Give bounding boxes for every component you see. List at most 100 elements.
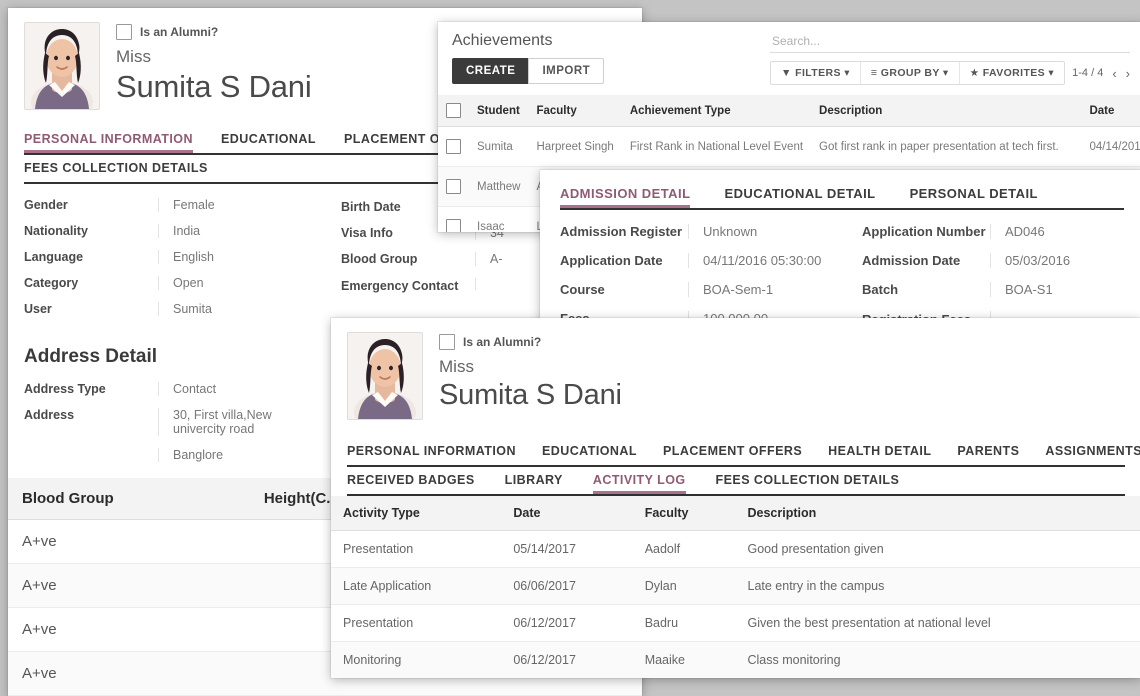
field-row: Application NumberAD046 bbox=[842, 224, 1140, 239]
select-all-checkbox[interactable] bbox=[438, 95, 469, 127]
column-header-date[interactable]: Date bbox=[1081, 95, 1140, 127]
field-label-application-number: Application Number bbox=[842, 224, 990, 239]
address-fields-col: Address TypeContactAddress30, First vill… bbox=[8, 376, 325, 482]
column-header-achievement-type[interactable]: Achievement Type bbox=[622, 95, 811, 127]
field-row: Admission Date05/03/2016 bbox=[842, 253, 1140, 268]
tab-personal-information[interactable]: PERSONAL INFORMATION bbox=[347, 438, 516, 465]
checkbox-icon[interactable] bbox=[446, 139, 461, 154]
subtab-received-badges[interactable]: RECEIVED BADGES bbox=[347, 467, 475, 494]
field-value-application-number[interactable]: AD046 bbox=[990, 224, 1140, 239]
favorites-dropdown[interactable]: ★ FAVORITES ▾ bbox=[960, 62, 1065, 84]
alumni-checkbox[interactable] bbox=[439, 334, 455, 350]
table-row[interactable]: Presentation05/14/2017AadolfGood present… bbox=[331, 531, 1140, 568]
field-row: Banglore bbox=[8, 448, 325, 462]
alumni-checkbox-row[interactable]: Is an Alumni? bbox=[439, 334, 622, 350]
chevron-down-icon: ▾ bbox=[943, 67, 949, 79]
field-value-address[interactable]: 30, First villa,New univercity road bbox=[158, 408, 325, 436]
alumni-checkbox-row[interactable]: Is an Alumni? bbox=[116, 24, 312, 40]
field-row: Address TypeContact bbox=[8, 382, 325, 396]
filter-bar[interactable]: ▼ FILTERS ▾ ≡ GROUP BY ▾ ★ FAVORITES ▾ bbox=[770, 61, 1065, 85]
pager-next-icon[interactable]: › bbox=[1126, 66, 1130, 81]
list-header-right: Search... ▼ FILTERS ▾ ≡ GROUP BY ▾ ★ bbox=[770, 32, 1130, 85]
field-row: Admission RegisterUnknown bbox=[540, 224, 842, 239]
cell-student: Isaac bbox=[469, 207, 528, 233]
tab-personal-information[interactable]: PERSONAL INFORMATION bbox=[24, 126, 193, 153]
cell-achievement-type: First Rank in National Level Event bbox=[622, 127, 811, 167]
column-header-date[interactable]: Date bbox=[501, 496, 632, 531]
cell-faculty: Aadolf bbox=[633, 531, 736, 568]
alumni-checkbox[interactable] bbox=[116, 24, 132, 40]
cell-student: Sumita bbox=[469, 127, 528, 167]
salutation: Miss bbox=[439, 356, 622, 379]
field-row: NationalityIndia bbox=[8, 224, 325, 238]
tab-health-detail[interactable]: HEALTH DETAIL bbox=[828, 438, 931, 465]
field-value-admission-register[interactable]: Unknown bbox=[688, 224, 842, 239]
column-header-faculty[interactable]: Faculty bbox=[633, 496, 736, 531]
subtab-fees-collection-details[interactable]: FEES COLLECTION DETAILS bbox=[24, 155, 208, 182]
row-checkbox[interactable] bbox=[438, 207, 469, 233]
subtab-library[interactable]: LIBRARY bbox=[505, 467, 563, 494]
sub-tabs[interactable]: RECEIVED BADGES LIBRARY ACTIVITY LOG FEES C… bbox=[347, 467, 1125, 496]
field-value-admission-date[interactable]: 05/03/2016 bbox=[990, 253, 1140, 268]
search-input[interactable]: Search... bbox=[770, 32, 1130, 53]
checkbox-icon[interactable] bbox=[446, 179, 461, 194]
field-value-address-type[interactable]: Contact bbox=[158, 382, 325, 396]
field-row: Application Date04/11/2016 05:30:00 bbox=[540, 253, 842, 268]
field-value-gender[interactable]: Female bbox=[158, 198, 325, 212]
field-value-application-date[interactable]: 04/11/2016 05:30:00 bbox=[688, 253, 842, 268]
field-value-blank[interactable]: Banglore bbox=[158, 448, 325, 462]
field-row: CategoryOpen bbox=[8, 276, 325, 290]
field-value-user[interactable]: Sumita bbox=[158, 302, 325, 316]
column-header-description[interactable]: Description bbox=[736, 496, 1140, 531]
tab-placement-offers[interactable]: PLACEMENT OFFERS bbox=[663, 438, 802, 465]
cell-date: 05/14/2017 bbox=[501, 531, 632, 568]
admission-tabs[interactable]: ADMISSION DETAIL EDUCATIONAL DETAIL PERSON… bbox=[560, 180, 1124, 210]
list-action-buttons[interactable]: CREATE IMPORT bbox=[452, 58, 604, 84]
field-value-batch[interactable]: BOA-S1 bbox=[990, 282, 1140, 297]
create-button[interactable]: CREATE bbox=[452, 58, 529, 84]
column-header-faculty[interactable]: Faculty bbox=[528, 95, 621, 127]
tab-personal-detail[interactable]: PERSONAL DETAIL bbox=[910, 180, 1038, 208]
column-header-blood-group[interactable]: Blood Group bbox=[8, 478, 250, 520]
cell-description: Class monitoring bbox=[736, 642, 1140, 679]
list-header: Achievements CREATE IMPORT Search... ▼ F… bbox=[438, 22, 1140, 85]
column-header-description[interactable]: Description bbox=[811, 95, 1081, 127]
checkbox-icon[interactable] bbox=[446, 219, 461, 232]
table-row[interactable]: SumitaHarpreet SinghFirst Rank in Nation… bbox=[438, 127, 1140, 167]
pager[interactable]: 1-4 / 4 ‹ › bbox=[1072, 66, 1130, 81]
filters-dropdown[interactable]: ▼ FILTERS ▾ bbox=[771, 62, 861, 84]
tab-parents[interactable]: PARENTS bbox=[957, 438, 1019, 465]
row-checkbox[interactable] bbox=[438, 167, 469, 207]
tab-educational[interactable]: EDUCATIONAL bbox=[221, 126, 316, 153]
tab-assignments[interactable]: ASSIGNMENTS bbox=[1045, 438, 1140, 465]
tab-admission-detail[interactable]: ADMISSION DETAIL bbox=[560, 180, 690, 208]
tab-educational-detail[interactable]: EDUCATIONAL DETAIL bbox=[724, 180, 875, 208]
field-value-category[interactable]: Open bbox=[158, 276, 325, 290]
main-tabs[interactable]: PERSONAL INFORMATION EDUCATIONAL PLACEMENT… bbox=[347, 438, 1125, 467]
tab-educational[interactable]: EDUCATIONAL bbox=[542, 438, 637, 465]
groupby-dropdown[interactable]: ≡ GROUP BY ▾ bbox=[861, 62, 960, 84]
field-row: GenderFemale bbox=[8, 198, 325, 212]
filter-bar-row[interactable]: ▼ FILTERS ▾ ≡ GROUP BY ▾ ★ FAVORITES ▾ bbox=[770, 61, 1130, 85]
pager-prev-icon[interactable]: ‹ bbox=[1112, 66, 1116, 81]
subtab-fees-collection-details[interactable]: FEES COLLECTION DETAILS bbox=[716, 467, 900, 494]
field-label-category: Category bbox=[8, 276, 158, 290]
column-header-student[interactable]: Student bbox=[469, 95, 528, 127]
field-value-nationality[interactable]: India bbox=[158, 224, 325, 238]
table-row[interactable]: Monitoring06/12/2017MaaikeClass monitori… bbox=[331, 642, 1140, 679]
table-row[interactable]: Late Application06/06/2017DylanLate entr… bbox=[331, 568, 1140, 605]
alumni-label: Is an Alumni? bbox=[463, 335, 541, 349]
field-value-language[interactable]: English bbox=[158, 250, 325, 264]
cell-description: Got first rank in paper presentation at … bbox=[811, 127, 1081, 167]
field-label-address-type: Address Type bbox=[8, 382, 158, 396]
checkbox-icon[interactable] bbox=[446, 103, 461, 118]
column-header-activity-type[interactable]: Activity Type bbox=[331, 496, 501, 531]
row-checkbox[interactable] bbox=[438, 127, 469, 167]
import-button[interactable]: IMPORT bbox=[528, 58, 604, 84]
table-row[interactable]: Presentation06/12/2017BadruGiven the bes… bbox=[331, 605, 1140, 642]
subtab-activity-log[interactable]: ACTIVITY LOG bbox=[593, 467, 686, 494]
field-label-address: Address bbox=[8, 408, 158, 422]
field-value-course[interactable]: BOA-Sem-1 bbox=[688, 282, 842, 297]
student-name: Sumita S Dani bbox=[439, 379, 622, 412]
filter-icon: ▼ bbox=[781, 67, 792, 79]
